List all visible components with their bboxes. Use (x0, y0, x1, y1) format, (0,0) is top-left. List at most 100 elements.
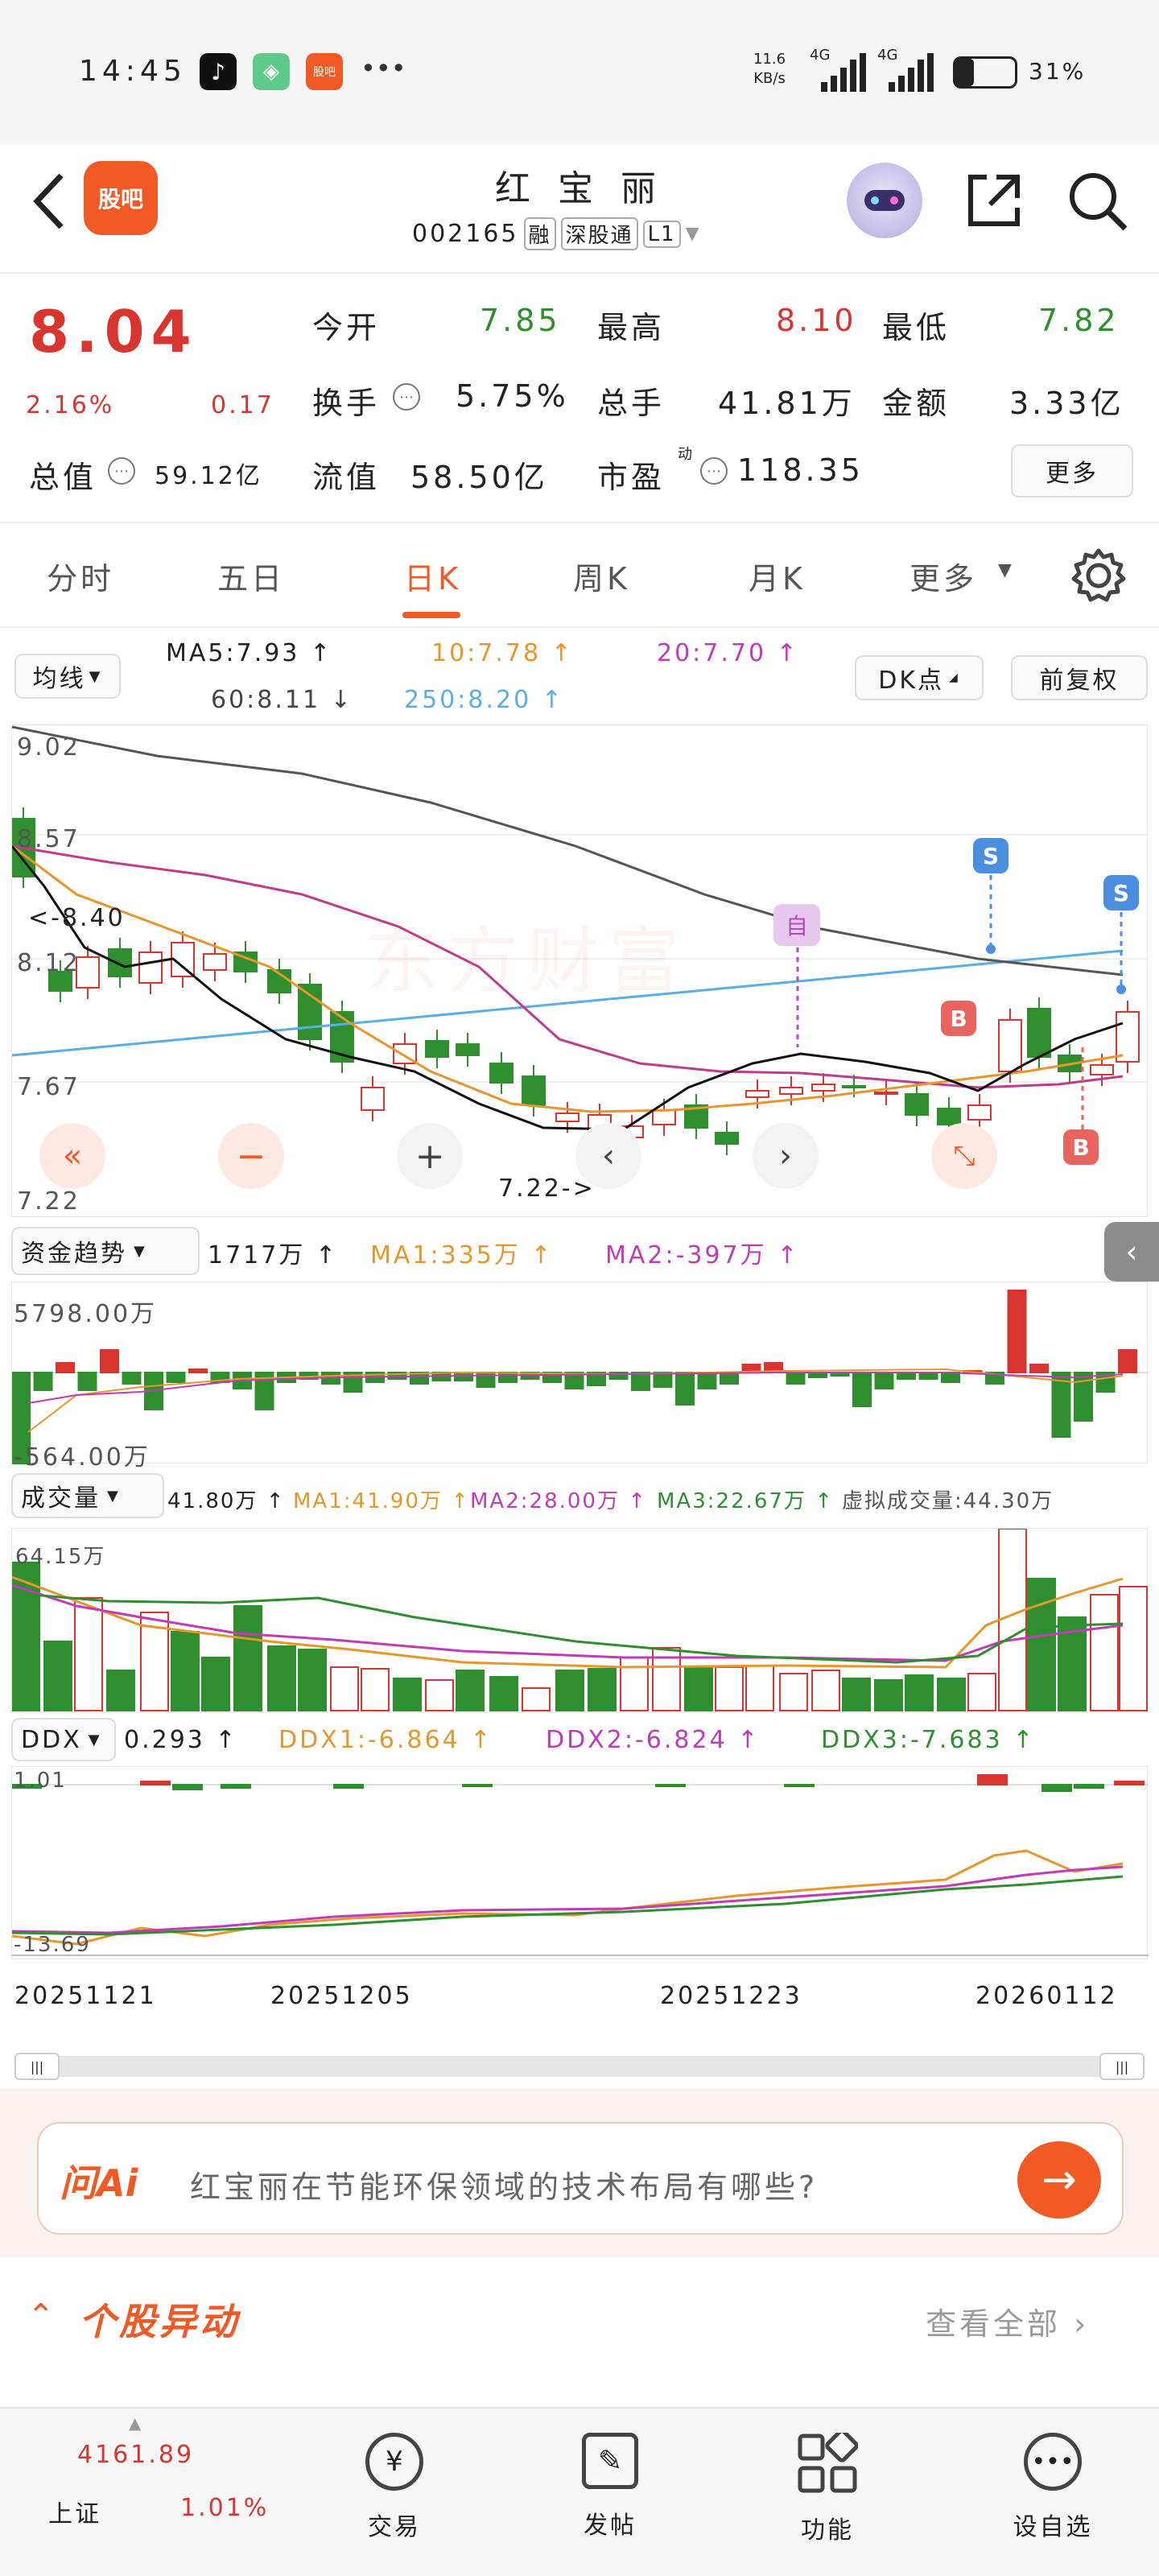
candle-body (138, 952, 163, 984)
float-value: 58.50亿 (410, 460, 548, 495)
tab-monthly-k[interactable]: 月K (749, 554, 806, 598)
sell-signal-badge[interactable]: S (1103, 875, 1139, 910)
battery-icon (953, 56, 1017, 89)
mktcap-value: 59.12亿 (155, 462, 262, 490)
chevron-right-icon: › (779, 1137, 792, 1174)
buy-signal-badge[interactable]: B (1063, 1129, 1099, 1165)
kline-chart[interactable]: 东方财富 9.02 8.57 8.12 7.67 7.22 <-8.40 7.2… (10, 724, 1149, 1217)
volume-bar (106, 1670, 135, 1711)
date-label-2: 20251205 (270, 1982, 413, 2010)
view-all-link[interactable]: 查看全部 › (926, 2299, 1089, 2343)
side-panel-toggle[interactable]: ‹ (1104, 1222, 1159, 1282)
adjust-selector[interactable]: 前复权 (1011, 655, 1148, 700)
candle-body (361, 1087, 385, 1111)
fund-axis-bottom: -564.00万 (14, 1443, 151, 1472)
tag-dropdown-icon[interactable]: ▼ (686, 224, 699, 244)
tab-weekly-k[interactable]: 周K (573, 554, 630, 598)
chevron-down-icon: ▼ (89, 667, 103, 685)
fund-bar (852, 1372, 872, 1407)
fullscreen-button[interactable]: ⤡ (931, 1123, 997, 1189)
step-right-button[interactable]: › (753, 1123, 819, 1189)
back-button[interactable] (29, 169, 69, 233)
volume-bar (937, 1678, 966, 1711)
range-handle-right[interactable]: ||| (1099, 2053, 1145, 2080)
movement-title: 个股异动 (79, 2300, 240, 2343)
fund-value: 1717万 ↑ (208, 1241, 339, 1269)
ai-logo: 问Ai (60, 2161, 138, 2205)
index-value[interactable]: 4161.89 (77, 2441, 194, 2469)
ddx-bar (221, 1784, 251, 1789)
index-name[interactable]: 上证 (48, 2494, 101, 2529)
change-percent: 2.16% (26, 391, 115, 419)
volume-bar (1119, 1586, 1148, 1711)
low-value: 7.82 (1038, 303, 1120, 338)
ai-robot-avatar[interactable] (847, 163, 922, 238)
candle-body (842, 1085, 866, 1088)
volume-ma2-text: MA2:28.00万 (470, 1489, 620, 1513)
zoom-in-button[interactable]: + (397, 1123, 463, 1189)
more-quote-button[interactable]: 更多 (1011, 444, 1133, 497)
dk-point-selector[interactable]: DK点 ◢ (855, 655, 984, 700)
ddx-svg (11, 1774, 1149, 1956)
volume-ma1-text: MA1:41.90万 (293, 1489, 443, 1513)
fund-bar (166, 1372, 186, 1383)
guba-logo[interactable]: 股吧 (84, 161, 158, 235)
ddx-chart[interactable]: 1.01 -13.69 (11, 1766, 1149, 1959)
bottom-nav: ▲ 4161.89 上证 1.01% ¥ 交易 ✎ 发帖 功能 ••• 设自选 (0, 2407, 1159, 2576)
ai-send-button[interactable]: → (1017, 2141, 1101, 2219)
grid-icon (798, 2433, 858, 2493)
settings-gear-icon[interactable] (1069, 546, 1128, 605)
sell-signal-badge[interactable]: S (973, 838, 1008, 873)
nav-trade-label: 交易 (368, 2513, 421, 2541)
tab-five-day[interactable]: 五日 (217, 554, 285, 598)
chevron-left-icon: ‹ (602, 1137, 615, 1174)
nav-post[interactable]: ✎ 发帖 (563, 2428, 657, 2565)
search-icon[interactable] (1066, 169, 1130, 233)
tab-more[interactable]: 更多 (909, 554, 977, 598)
ma-selector[interactable]: 均线 ▼ (14, 654, 121, 699)
turnover-label: 换手 (312, 386, 381, 421)
range-slider[interactable]: ||| ||| (14, 2053, 1145, 2080)
ai-question-bar[interactable]: 问Ai 红宝丽在节能环保领域的技术布局有哪些? → (37, 2122, 1124, 2235)
info-icon[interactable]: ⋯ (700, 457, 728, 485)
info-icon[interactable]: ⋯ (393, 383, 420, 411)
nav-add-watchlist[interactable]: ••• 设自选 (996, 2428, 1109, 2565)
info-icon[interactable]: ⋯ (108, 457, 135, 485)
index-change[interactable]: 1.01% (180, 2494, 269, 2522)
candle-body (905, 1093, 929, 1116)
share-icon[interactable] (963, 169, 1025, 232)
ddx-selector[interactable]: DDX ▼ (11, 1718, 116, 1761)
ddx-value-text: 0.293 (124, 1726, 205, 1754)
period-tabs: 分时 五日 日K 周K 月K 更多 ▼ (0, 523, 1159, 628)
nav-trade[interactable]: ¥ 交易 (348, 2428, 441, 2565)
nav-features[interactable]: 功能 (781, 2428, 874, 2565)
scroll-left-button[interactable]: « (39, 1123, 105, 1189)
step-left-button[interactable]: ‹ (575, 1123, 641, 1189)
mktcap-label: 总值 (29, 460, 97, 495)
volume-selector[interactable]: 成交量 ▼ (11, 1473, 164, 1518)
zoom-out-button[interactable]: − (218, 1123, 284, 1189)
fund-trend-chart[interactable]: 5798.00万 -564.00万 (11, 1282, 1149, 1472)
corner-arrow-icon: ◢ (949, 671, 960, 684)
volume-bar (842, 1678, 871, 1711)
high-label: 最高 (597, 310, 666, 345)
volume-bar (684, 1666, 713, 1711)
float-label: 流值 (312, 460, 381, 495)
plus-icon: + (415, 1135, 445, 1177)
range-handle-left[interactable]: ||| (14, 2053, 60, 2080)
self-marker[interactable]: 自 (773, 904, 820, 946)
volume-chart[interactable]: 64.15万 (11, 1528, 1148, 1713)
ddx3: DDX3:-7.683 ↑ (821, 1726, 1036, 1754)
volume-bar (811, 1670, 840, 1711)
buy-signal-badge[interactable]: B (941, 1001, 976, 1036)
candle-body (489, 1063, 514, 1084)
volume-bar (715, 1666, 744, 1711)
fund-trend-selector[interactable]: 资金趋势 ▼ (11, 1227, 200, 1275)
fund-axis-top: 5798.00万 (14, 1300, 158, 1328)
tab-more-dropdown-icon[interactable]: ▼ (998, 560, 1012, 580)
ddx-value: 0.293 ↑ (124, 1726, 238, 1754)
tab-intraday[interactable]: 分时 (47, 554, 114, 598)
status-bar: 14:45 ♪ ◈ 股吧 ••• 11.6 KB/s 4G 4G 31% (0, 0, 1159, 145)
tab-daily-k[interactable]: 日K (404, 554, 461, 598)
candle-body (522, 1075, 546, 1106)
